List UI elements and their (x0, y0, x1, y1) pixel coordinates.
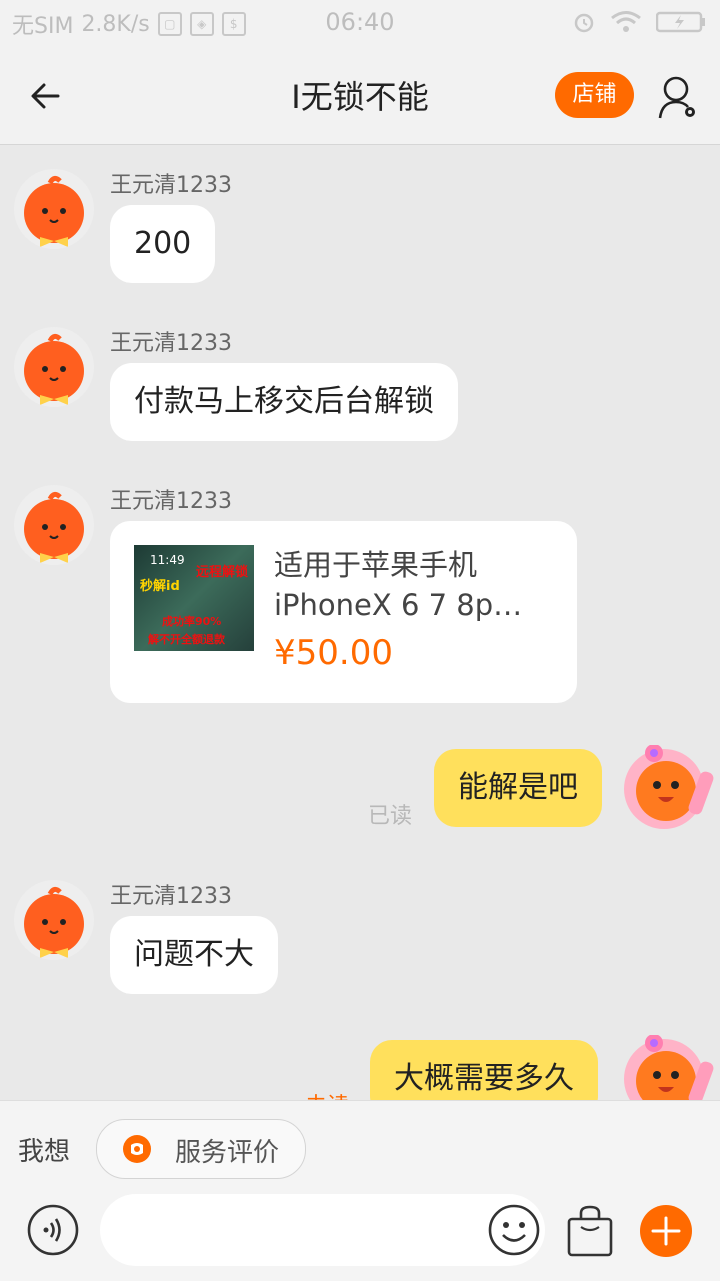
sender-name: 王元清1233 (110, 173, 232, 198)
user-settings-icon[interactable] (656, 74, 700, 122)
message-bubble[interactable]: 付款马上移交后台解锁 (110, 363, 458, 441)
image-text: 远程解锁 (196, 565, 249, 580)
product-title: 适用于苹果手机iPhoneX 6 7 8p… (274, 548, 523, 622)
decorated-pumpkin-avatar-icon (624, 1035, 714, 1100)
message-bubble[interactable]: 200 (110, 205, 216, 283)
pumpkin-avatar-icon (24, 175, 84, 247)
alarm-icon (574, 13, 594, 33)
plus-icon[interactable] (640, 1205, 692, 1257)
store-button[interactable]: 店铺 (555, 72, 634, 118)
my-avatar[interactable] (620, 745, 716, 831)
status-bar: 无SIM 2.8K/s ▢ ◈ $ 06:40 (0, 0, 720, 46)
quick-action-label: 我想 (18, 1137, 71, 1167)
message-input[interactable] (100, 1194, 545, 1266)
message-bubble[interactable]: 问题不大 (110, 916, 278, 994)
avatar[interactable] (14, 327, 94, 407)
shopping-bag-icon[interactable] (564, 1203, 616, 1259)
status-right (572, 10, 706, 34)
decorated-pumpkin-avatar-icon (624, 745, 714, 829)
chat-header: I无锁不能 店铺 (0, 46, 720, 145)
my-message-bubble[interactable]: 能解是吧 (434, 749, 602, 827)
service-review-label: 服务评价 (175, 1138, 280, 1168)
image-text: 11:49 (150, 553, 185, 567)
avatar[interactable] (14, 485, 94, 565)
my-avatar[interactable] (620, 1035, 716, 1100)
image-text: 解不开全额退款 (148, 633, 225, 646)
battery-icon (656, 11, 705, 33)
wifi-icon (611, 11, 641, 32)
read-status: 已读 (368, 804, 413, 829)
message-list[interactable]: 王元清1233 200 王元清1233 付款马上移交后台解锁 王元清1233 1… (0, 145, 720, 1100)
service-review-button[interactable]: 服务评价 (96, 1119, 306, 1179)
service-review-icon (123, 1135, 151, 1163)
pumpkin-avatar-icon (24, 333, 84, 405)
sender-name: 王元清1233 (110, 489, 232, 514)
pumpkin-avatar-icon (24, 491, 84, 563)
read-status: 未读 (305, 1088, 349, 1100)
product-card[interactable]: 11:49 秒解id 远程解锁 成功率90% 解不开全额退款 适用于苹果手机iP… (110, 521, 577, 703)
image-text: 成功率90% (162, 615, 222, 628)
image-text: 秒解id (140, 579, 180, 594)
emoji-icon[interactable] (487, 1203, 541, 1257)
product-price: ¥50.00 (274, 633, 393, 673)
sender-name: 王元清1233 (110, 331, 232, 356)
my-message-bubble[interactable]: 大概需要多久 (370, 1040, 598, 1100)
avatar[interactable] (14, 169, 94, 249)
product-image: 11:49 秒解id 远程解锁 成功率90% 解不开全额退款 (134, 545, 254, 651)
pumpkin-avatar-icon (24, 886, 84, 958)
voice-icon[interactable] (27, 1204, 79, 1256)
avatar[interactable] (14, 880, 94, 960)
bottom-bar: 我想 服务评价 (0, 1100, 720, 1281)
sender-name: 王元清1233 (110, 884, 232, 909)
